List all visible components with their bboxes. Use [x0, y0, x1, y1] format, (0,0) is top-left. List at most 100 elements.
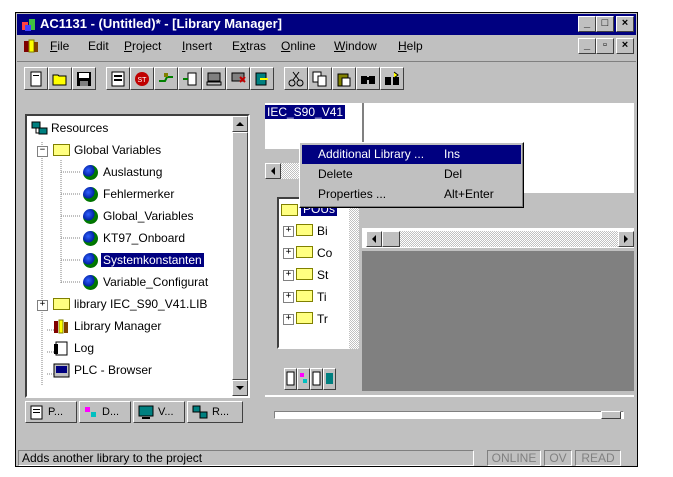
scroll-down-button[interactable]: [232, 380, 248, 396]
tab-pous[interactable]: P...: [25, 401, 77, 423]
menu-window[interactable]: Window: [334, 39, 377, 53]
tree-item-kt97-onboard[interactable]: KT97_Onboard: [27, 228, 232, 250]
message-scrollbar[interactable]: [274, 411, 624, 419]
tree-item-global-variables[interactable]: − Global Variables: [27, 140, 232, 162]
mdi-close-button[interactable]: ×: [616, 38, 634, 54]
library-entry-selected[interactable]: IEC_S90_V41: [265, 105, 346, 119]
close-button[interactable]: ×: [616, 16, 634, 32]
stop-button[interactable]: ST: [130, 67, 154, 90]
global-var-icon: [83, 187, 98, 202]
cut-icon: [288, 71, 304, 87]
paste-button[interactable]: [332, 67, 356, 90]
login-button[interactable]: [202, 67, 226, 90]
collapse-icon[interactable]: −: [37, 146, 48, 157]
compile-icon: [111, 71, 125, 87]
tree-item-log[interactable]: Log: [27, 338, 232, 360]
expand-icon[interactable]: +: [283, 226, 294, 237]
find-next-button[interactable]: [380, 67, 404, 90]
tree-item-resources[interactable]: Resources: [27, 118, 232, 140]
pou-tree-scrollbar[interactable]: [349, 197, 359, 349]
pou-view-tab[interactable]: [284, 368, 297, 390]
pou-view-tab[interactable]: [297, 368, 310, 390]
arrow-down-icon: [236, 386, 244, 390]
pou-tree-item[interactable]: + St: [281, 265, 345, 285]
status-online: ONLINE: [487, 450, 541, 466]
save-button[interactable]: [72, 67, 96, 90]
scroll-up-button[interactable]: [232, 116, 248, 132]
expand-icon[interactable]: +: [37, 300, 48, 311]
title-bar[interactable]: AC1131 - (Untitled)* - [Library Manager]…: [17, 14, 636, 35]
scroll-left-button[interactable]: [265, 163, 281, 179]
compile-button[interactable]: [106, 67, 130, 90]
arrow-up-icon: [236, 122, 244, 126]
menu-help[interactable]: Help: [398, 39, 423, 53]
pou-tree-item[interactable]: + Ti: [281, 287, 345, 307]
tab-data-types[interactable]: D...: [79, 401, 131, 423]
tree-item-variable-configuration[interactable]: Variable_Configurat: [27, 272, 232, 294]
new-file-button[interactable]: [24, 67, 48, 90]
menu-item-properties[interactable]: Properties ... Alt+Enter: [302, 185, 521, 204]
menu-bar: File Edit Project Insert Extras Online W…: [17, 35, 636, 57]
minimize-button[interactable]: _: [578, 16, 596, 32]
folder-icon: [296, 268, 313, 280]
maximize-button[interactable]: □: [596, 16, 614, 32]
binoculars-icon: [361, 76, 375, 84]
menu-item-delete[interactable]: Delete Del: [302, 165, 521, 184]
tab-resources[interactable]: R...: [187, 401, 243, 423]
debug-icon: [255, 72, 268, 86]
tree-item-library[interactable]: + library IEC_S90_V41.LIB: [27, 294, 232, 316]
message-scroll-thumb[interactable]: [601, 411, 621, 419]
step-button[interactable]: [154, 67, 178, 90]
resources-icon: [31, 121, 48, 135]
tree-item-global-variables-list[interactable]: Global_Variables: [27, 206, 232, 228]
copy-button[interactable]: [308, 67, 332, 90]
page-icon: [286, 371, 295, 386]
tree-item-library-manager[interactable]: Library Manager: [27, 316, 232, 338]
step-over-button[interactable]: [178, 67, 202, 90]
tree-item-plc-browser[interactable]: PLC - Browser: [27, 360, 232, 382]
menu-insert[interactable]: Insert: [182, 39, 212, 53]
pou-tree-item[interactable]: + Tr: [281, 309, 345, 329]
library-detail-hscroll[interactable]: [400, 231, 618, 247]
scroll-thumb[interactable]: [232, 132, 248, 380]
tree-item-auslastung[interactable]: Auslastung: [27, 162, 232, 184]
hscroll-thumb[interactable]: [382, 231, 400, 247]
scroll-left-button[interactable]: [366, 231, 382, 247]
tab-visualizations[interactable]: V...: [133, 401, 185, 423]
menu-item-additional-library[interactable]: Additional Library ... Ins: [302, 145, 521, 164]
tree-item-systemkonstanten[interactable]: Systemkonstanten: [27, 250, 232, 272]
folder-open-icon: [53, 144, 70, 156]
open-file-button[interactable]: [48, 67, 72, 90]
menu-online[interactable]: Online: [281, 39, 316, 53]
pou-tree[interactable]: POUs + Bi + Co + St + Ti + Tr: [277, 197, 349, 349]
menu-extras[interactable]: Extras: [232, 39, 266, 53]
expand-icon[interactable]: +: [283, 270, 294, 281]
pou-tree-item[interactable]: + Bi: [281, 221, 345, 241]
folder-icon: [296, 224, 313, 236]
tree-item-fehlermerker[interactable]: Fehlermerker: [27, 184, 232, 206]
logout-button[interactable]: [226, 67, 250, 90]
pou-tree-item[interactable]: + Co: [281, 243, 345, 263]
stop-icon: ST: [135, 72, 149, 86]
data-types-icon: [300, 373, 307, 383]
mdi-restore-button[interactable]: ▫: [596, 38, 614, 54]
cut-button[interactable]: [284, 67, 308, 90]
debug-button[interactable]: [250, 67, 274, 90]
scroll-right-button[interactable]: [618, 231, 634, 247]
pou-view-tab[interactable]: [323, 368, 336, 390]
expand-icon[interactable]: +: [283, 248, 294, 259]
mdi-minimize-button[interactable]: _: [578, 38, 596, 54]
menu-file[interactable]: File: [50, 39, 69, 53]
mdi-doc-icon[interactable]: [23, 39, 39, 53]
object-tree[interactable]: Resources − Global Variables Auslastung …: [27, 116, 232, 396]
menu-project[interactable]: Project: [124, 39, 161, 53]
expand-icon[interactable]: +: [283, 292, 294, 303]
app-icon[interactable]: [21, 17, 37, 32]
menu-edit[interactable]: Edit: [88, 39, 109, 53]
find-button[interactable]: [356, 67, 380, 90]
paste-icon: [337, 73, 351, 87]
folder-icon: [296, 312, 313, 324]
expand-icon[interactable]: +: [283, 314, 294, 325]
pou-view-tab[interactable]: [310, 368, 323, 390]
arrow-left-icon: [372, 235, 376, 243]
